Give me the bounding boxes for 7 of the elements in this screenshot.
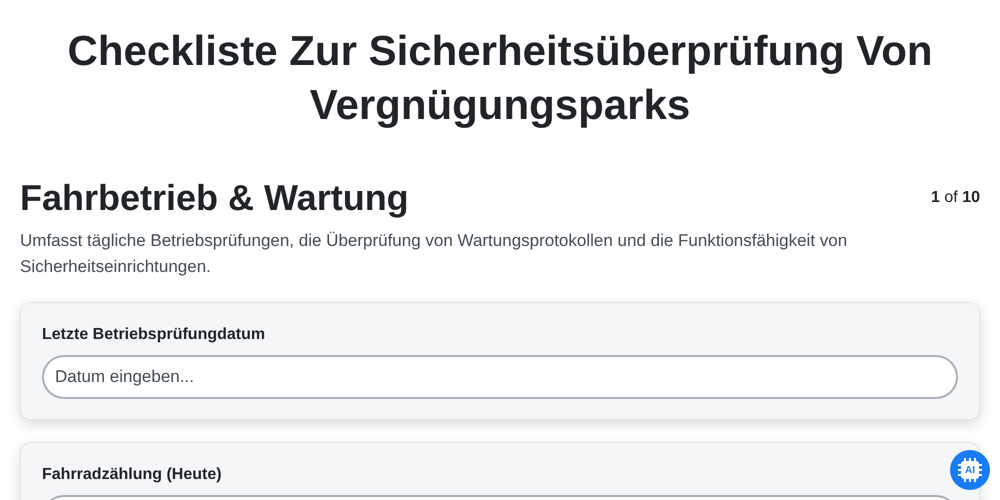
page-title: Checkliste Zur Sicherheitsüberprüfung Von Vergnügungsparks	[66, 26, 934, 130]
page-counter: 1 of 10	[931, 188, 980, 208]
field-label: Letzte Betriebsprüfungdatum	[42, 325, 266, 345]
input-field[interactable]: Datum eingeben...	[42, 355, 958, 399]
field-label: Fahrradzählung (Heute)	[42, 465, 223, 485]
section-description: Umfasst tägliche Betriebsprüfungen, die Überprüfung von Wartungsprotokollen und die Funktionsfähigkeit von Sicherheitseinrichtungen.	[20, 230, 848, 278]
section-heading: Fahrbetrieb & Wartung	[20, 176, 409, 220]
